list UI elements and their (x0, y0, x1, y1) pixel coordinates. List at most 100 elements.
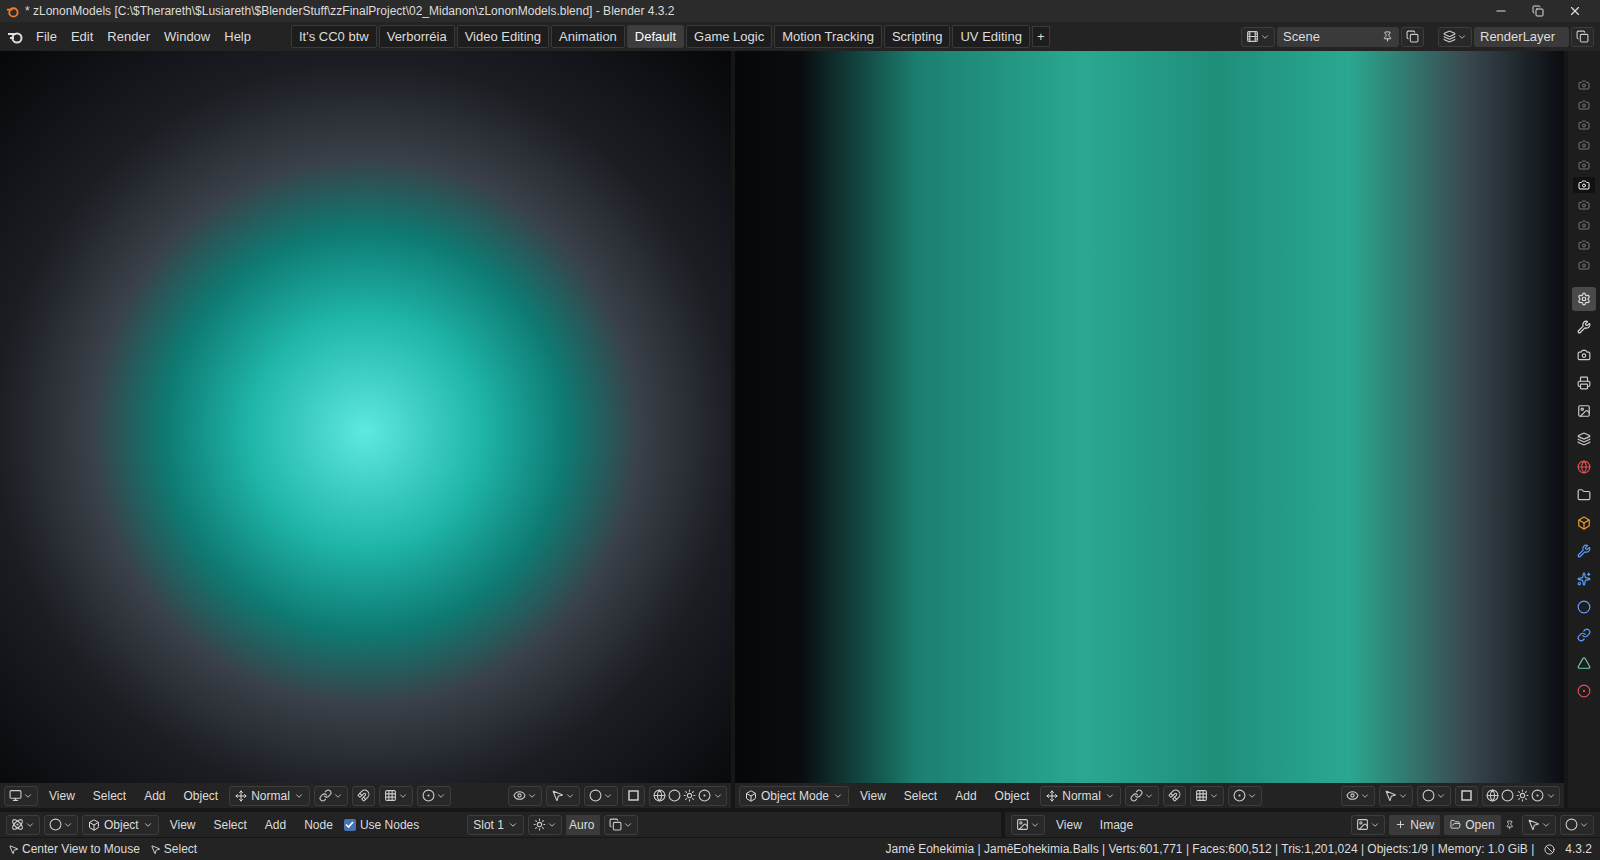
property-tab[interactable] (1572, 427, 1596, 451)
menu-item[interactable]: File (30, 27, 63, 47)
property-tab[interactable] (1572, 511, 1596, 535)
menu-item[interactable]: Window (158, 27, 216, 47)
editor-type[interactable] (1011, 815, 1045, 835)
mode-dropdown[interactable]: Object Mode (739, 786, 849, 806)
snap-target[interactable] (379, 786, 413, 806)
outliner-toggle[interactable] (1573, 257, 1595, 273)
menu-item[interactable]: Help (218, 27, 257, 47)
menu-item[interactable]: Add (258, 816, 293, 834)
property-tab[interactable] (1572, 623, 1596, 647)
property-tab[interactable] (1572, 343, 1596, 367)
snap-target[interactable] (1190, 786, 1224, 806)
outliner-toggle[interactable] (1573, 137, 1595, 153)
shader-type[interactable] (44, 815, 78, 835)
menu-item[interactable]: View (163, 816, 203, 834)
menu-item[interactable]: Select (86, 787, 133, 805)
image-button[interactable]: Open (1444, 815, 1500, 835)
menu-item[interactable]: Add (948, 787, 983, 805)
use-nodes-checkbox[interactable]: Use Nodes (344, 816, 419, 834)
menu-item[interactable]: Select (206, 816, 253, 834)
add-workspace-button[interactable]: + (1032, 26, 1050, 48)
material-browse[interactable] (528, 815, 562, 835)
proportional[interactable] (1228, 786, 1262, 806)
scene-browse[interactable] (1241, 27, 1275, 47)
outliner-toggle[interactable] (1573, 197, 1595, 213)
slot-dropdown[interactable]: Slot 1 (467, 815, 524, 835)
snap[interactable] (1163, 786, 1186, 806)
workspace-tab[interactable]: Scripting (884, 25, 951, 49)
workspace-tab[interactable]: Default (627, 25, 684, 49)
menu-item[interactable]: Select (897, 787, 944, 805)
snap[interactable] (352, 786, 375, 806)
scene-field[interactable]: Scene (1277, 27, 1399, 47)
xray[interactable] (622, 786, 645, 806)
close-icon[interactable] (1568, 4, 1582, 18)
outliner-toggle[interactable] (1573, 157, 1595, 173)
property-tab[interactable] (1572, 539, 1596, 563)
workspace-tab[interactable]: It's CC0 btw (291, 25, 377, 49)
view-layer-browse[interactable] (1438, 27, 1472, 47)
xray[interactable] (1455, 786, 1478, 806)
material-field[interactable]: Auro (566, 815, 600, 835)
property-tab[interactable] (1572, 371, 1596, 395)
workspace-tab[interactable]: Game Logic (686, 25, 772, 49)
property-tab[interactable] (1572, 287, 1596, 311)
workspace-tab[interactable]: Verborréia (379, 25, 455, 49)
pin-icon[interactable] (1505, 819, 1514, 831)
property-tab[interactable] (1572, 567, 1596, 591)
menu-item[interactable]: Add (137, 787, 172, 805)
orientation-dropdown[interactable]: Normal (229, 786, 310, 806)
outliner-toggle[interactable] (1573, 117, 1595, 133)
overlays[interactable] (1560, 815, 1594, 835)
blender-menu-icon[interactable] (6, 29, 24, 45)
menu-item[interactable]: View (853, 787, 893, 805)
editor-type[interactable] (6, 815, 40, 835)
pivot[interactable] (1125, 786, 1159, 806)
menu-item[interactable]: Object (177, 787, 226, 805)
gizmo[interactable] (546, 786, 580, 806)
property-tab[interactable] (1572, 595, 1596, 619)
menu-item[interactable]: View (1049, 816, 1089, 834)
outliner-toggle[interactable] (1573, 177, 1595, 193)
view-layer-field[interactable]: RenderLayer (1474, 27, 1569, 47)
outliner-toggle[interactable] (1573, 237, 1595, 253)
gizmo[interactable] (1522, 815, 1556, 835)
shading-buttons[interactable] (1482, 786, 1560, 806)
workspace-tab[interactable]: UV Editing (952, 25, 1029, 49)
viewport-render[interactable] (0, 51, 731, 783)
viewport-render[interactable] (735, 51, 1564, 783)
property-tab[interactable] (1572, 455, 1596, 479)
editor-type[interactable] (4, 786, 38, 806)
new-view-layer[interactable] (1571, 27, 1594, 47)
shader-object-dropdown[interactable]: Object (82, 815, 159, 835)
shading-buttons[interactable] (649, 786, 727, 806)
menu-item[interactable]: View (42, 787, 82, 805)
overlays[interactable] (584, 786, 618, 806)
pin-icon[interactable] (1382, 31, 1393, 42)
workspace-tab[interactable]: Animation (551, 25, 625, 49)
minimize-icon[interactable] (1494, 4, 1508, 18)
pivot[interactable] (314, 786, 348, 806)
workspace-tab[interactable]: Motion Tracking (774, 25, 882, 49)
property-tab[interactable] (1572, 651, 1596, 675)
menu-item[interactable]: Node (297, 816, 340, 834)
orientation-dropdown[interactable]: Normal (1040, 786, 1121, 806)
property-tab[interactable] (1572, 679, 1596, 703)
property-tab[interactable] (1572, 399, 1596, 423)
outliner-toggle[interactable] (1573, 97, 1595, 113)
gizmo[interactable] (1379, 786, 1413, 806)
proportional[interactable] (417, 786, 451, 806)
outliner-toggle[interactable] (1573, 217, 1595, 233)
workspace-tab[interactable]: Video Editing (457, 25, 549, 49)
visibility[interactable] (1341, 786, 1375, 806)
property-tab[interactable] (1572, 483, 1596, 507)
menu-item[interactable]: Object (988, 787, 1037, 805)
new-scene[interactable] (1401, 27, 1424, 47)
menu-item[interactable]: Image (1093, 816, 1140, 834)
image-browse[interactable] (1351, 815, 1385, 835)
outliner-toggle[interactable] (1573, 77, 1595, 93)
material-copy[interactable] (604, 815, 638, 835)
menu-item[interactable]: Edit (65, 27, 99, 47)
image-button[interactable]: New (1389, 815, 1440, 835)
restore-icon[interactable] (1532, 5, 1544, 17)
